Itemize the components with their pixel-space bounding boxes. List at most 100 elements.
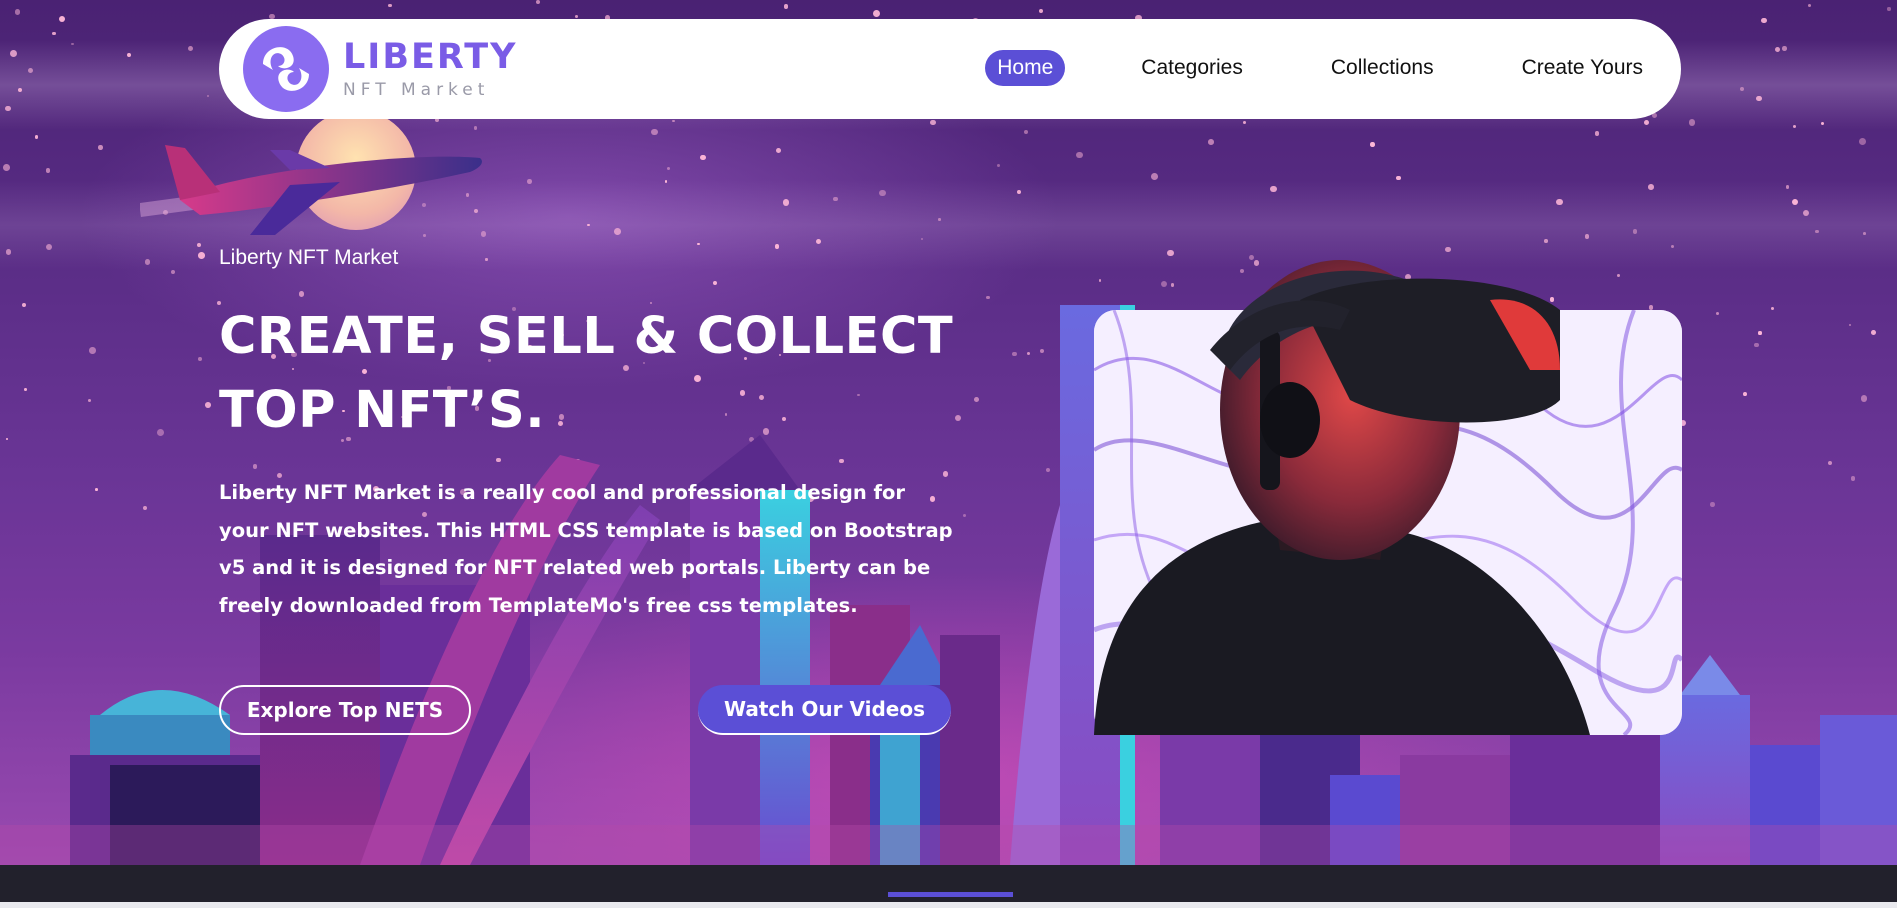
star-dot bbox=[1617, 274, 1621, 278]
nav-create-yours[interactable]: Create Yours bbox=[1510, 50, 1655, 86]
star-dot bbox=[46, 244, 53, 251]
star-dot bbox=[27, 67, 34, 74]
star-dot bbox=[1270, 185, 1277, 193]
star-dot bbox=[473, 126, 478, 130]
star-dot bbox=[1594, 131, 1600, 136]
star-dot bbox=[1688, 119, 1696, 126]
star-dot bbox=[1632, 229, 1638, 234]
star-dot bbox=[126, 53, 132, 58]
star-dot bbox=[70, 42, 74, 46]
star-dot bbox=[1774, 46, 1781, 52]
star-dot bbox=[207, 95, 210, 98]
star-dot bbox=[34, 134, 39, 139]
star-dot bbox=[298, 291, 304, 297]
star-dot bbox=[485, 258, 488, 261]
brand-subtitle: NFT Market bbox=[343, 80, 490, 100]
star-dot bbox=[1242, 121, 1246, 124]
star-dot bbox=[1370, 142, 1375, 147]
star-dot bbox=[587, 223, 590, 227]
star-dot bbox=[1648, 184, 1654, 191]
star-dot bbox=[1740, 87, 1745, 92]
brand-logo[interactable]: LIBERTY NFT Market bbox=[243, 26, 518, 112]
watch-videos-button[interactable]: Watch Our Videos bbox=[698, 685, 951, 735]
footer-accent-line bbox=[888, 892, 1013, 897]
star-dot bbox=[1802, 209, 1810, 217]
star-dot bbox=[833, 196, 838, 202]
nav-categories[interactable]: Categories bbox=[1129, 50, 1255, 86]
star-dot bbox=[1670, 244, 1675, 248]
star-dot bbox=[664, 180, 668, 183]
star-dot bbox=[1760, 17, 1767, 24]
star-dot bbox=[51, 31, 56, 36]
star-dot bbox=[815, 239, 821, 245]
star-dot bbox=[1785, 185, 1789, 189]
star-dot bbox=[1208, 139, 1214, 145]
nav-home[interactable]: Home bbox=[985, 50, 1066, 86]
star-dot bbox=[1396, 175, 1401, 180]
top-navbar: LIBERTY NFT Market Home Categories Colle… bbox=[219, 19, 1681, 119]
star-dot bbox=[614, 227, 621, 235]
star-dot bbox=[774, 244, 780, 249]
hero-headline: CREATE, SELL & COLLECT TOP NFT’S. bbox=[219, 300, 979, 448]
hero-eyebrow: Liberty NFT Market bbox=[219, 246, 399, 269]
star-dot bbox=[1756, 96, 1762, 102]
star-dot bbox=[1016, 190, 1021, 195]
star-dot bbox=[938, 218, 941, 221]
star-dot bbox=[527, 179, 532, 185]
star-dot bbox=[388, 3, 392, 8]
star-dot bbox=[1793, 124, 1797, 128]
star-dot bbox=[5, 249, 12, 255]
star-dot bbox=[536, 0, 541, 4]
star-dot bbox=[3, 164, 11, 171]
star-dot bbox=[651, 128, 658, 136]
star-dot bbox=[574, 15, 578, 19]
star-dot bbox=[1151, 173, 1159, 181]
star-dot bbox=[9, 49, 17, 57]
star-dot bbox=[45, 168, 51, 174]
star-dot bbox=[17, 87, 23, 93]
star-dot bbox=[198, 252, 205, 259]
star-dot bbox=[997, 163, 1001, 167]
star-dot bbox=[666, 166, 670, 171]
star-dot bbox=[920, 238, 923, 241]
star-dot bbox=[1038, 8, 1043, 13]
star-dot bbox=[930, 119, 936, 126]
headline-line-1: CREATE, SELL & COLLECT bbox=[219, 307, 954, 366]
star-dot bbox=[1076, 151, 1083, 159]
star-dot bbox=[1887, 7, 1891, 11]
airplane-illustration bbox=[140, 145, 482, 235]
star-dot bbox=[697, 242, 700, 246]
star-dot bbox=[187, 45, 194, 51]
main-nav: Home Categories Collections Create Yours bbox=[985, 50, 1655, 86]
star-dot bbox=[879, 189, 886, 196]
star-dot bbox=[1556, 198, 1563, 206]
star-dot bbox=[58, 15, 66, 22]
star-dot bbox=[873, 10, 881, 18]
star-dot bbox=[783, 4, 789, 9]
star-dot bbox=[1862, 231, 1866, 235]
star-dot bbox=[14, 9, 20, 15]
star-dot bbox=[1820, 122, 1824, 126]
star-dot bbox=[1807, 3, 1811, 7]
nav-collections[interactable]: Collections bbox=[1319, 50, 1446, 86]
star-dot bbox=[1815, 229, 1819, 234]
star-dot bbox=[98, 145, 103, 150]
star-dot bbox=[672, 119, 675, 123]
star-dot bbox=[170, 270, 175, 275]
brand-title: LIBERTY bbox=[343, 37, 518, 77]
star-dot bbox=[1643, 119, 1649, 125]
explore-button[interactable]: Explore Top NETS bbox=[219, 685, 471, 735]
star-dot bbox=[5, 105, 11, 112]
star-dot bbox=[144, 259, 151, 265]
star-dot bbox=[1584, 234, 1589, 239]
star-dot bbox=[782, 199, 790, 206]
star-dot bbox=[712, 280, 718, 285]
star-dot bbox=[1859, 137, 1866, 145]
hero-description: Liberty NFT Market is a really cool and … bbox=[219, 481, 953, 617]
star-dot bbox=[986, 296, 990, 300]
star-dot bbox=[1023, 129, 1029, 134]
bottom-strip bbox=[0, 902, 1897, 908]
star-dot bbox=[700, 155, 706, 161]
vr-headset-person-image bbox=[1094, 260, 1590, 735]
liberty-logo-icon bbox=[243, 26, 329, 112]
